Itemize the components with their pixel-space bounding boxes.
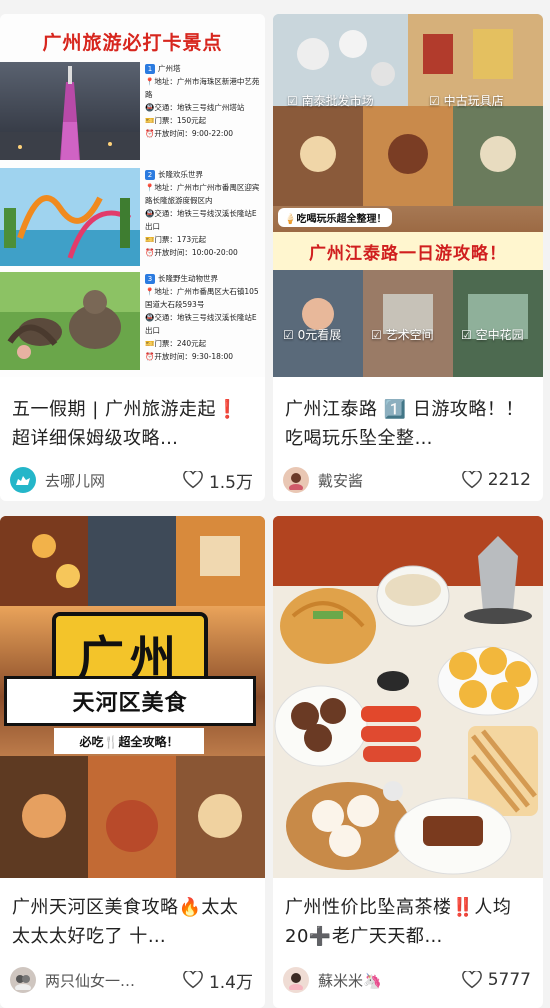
note-meta: 戴安酱 2212	[283, 465, 531, 495]
like-count: 1.5万	[208, 472, 253, 493]
camel-logo-icon	[16, 476, 30, 485]
avatar[interactable]	[10, 467, 36, 493]
note-meta: 两只仙女一… 1.4万	[10, 965, 253, 995]
note-title[interactable]: 广州性价比坠高茶楼‼️人均20➕老广天天都…	[285, 893, 533, 951]
spot-info: 1 广州塔 📍地址：广州市海珠区新港中艺苑路 🚇交通：地铁三号线广州塔站 🎫门票：…	[145, 64, 260, 138]
note-cover-image[interactable]: 广州 天河区美食 必吃🍴超全攻略！	[0, 516, 265, 878]
like-count: 2212	[487, 470, 531, 490]
spot-row: 3 长隆野生动物世界 📍地址：广州市番禺区大石镇105国道大石段593号 🚇交通：…	[0, 272, 265, 370]
author-name[interactable]: 蘇米米🦄	[318, 970, 462, 991]
like-button[interactable]: 1.5万	[183, 468, 253, 493]
note-title[interactable]: 广州天河区美食攻略🔥太太太太太好吃了 十…	[12, 893, 255, 951]
dimsum-table-photo	[273, 516, 543, 878]
note-cover-image[interactable]	[273, 516, 543, 878]
cover-banner: 广州江泰路一日游攻略！	[273, 232, 543, 270]
avatar[interactable]	[10, 967, 36, 993]
note-cover-image[interactable]: ☑ 南泰批发市场 ☑ 中古玩具店 🍦吃喝玩乐超全整理！ 广州江泰路一日游攻略！ …	[273, 14, 543, 377]
monkey-photo	[0, 272, 140, 370]
note-card-jiangtai-road[interactable]: ☑ 南泰批发市场 ☑ 中古玩具店 🍦吃喝玩乐超全整理！ 广州江泰路一日游攻略！ …	[273, 14, 543, 501]
avatar[interactable]	[283, 467, 309, 493]
note-meta: 蘇米米🦄 5777	[283, 965, 531, 995]
author-name[interactable]: 去哪儿网	[45, 470, 183, 491]
note-title[interactable]: 五一假期 | 广州旅游走起❗️超详细保姆级攻略…	[12, 395, 255, 453]
like-count: 1.4万	[208, 972, 253, 993]
cover-tag: ☑ 艺术空间	[371, 328, 434, 342]
spot-row: 1 广州塔 📍地址：广州市海珠区新港中艺苑路 🚇交通：地铁三号线广州塔站 🎫门票：…	[0, 62, 265, 160]
spot-info: 2 长隆欢乐世界 📍地址：广州市广州市番禺区迎宾路长隆旅游度假区内 🚇交通：地铁三…	[145, 170, 260, 257]
heart-outline-icon	[461, 971, 482, 989]
note-card-dimsum-teahouse[interactable]: 广州性价比坠高茶楼‼️人均20➕老广天天都… 蘇米米🦄 5777	[273, 516, 543, 1008]
avatar[interactable]	[283, 967, 309, 993]
user-photo-icon	[289, 473, 303, 490]
heart-outline-icon	[461, 471, 482, 489]
cover-heading: 广州旅游必打卡景点	[42, 32, 223, 54]
like-button[interactable]: 5777	[461, 970, 531, 990]
author-name[interactable]: 两只仙女一…	[45, 970, 183, 991]
note-card-tianhe-food[interactable]: 广州 天河区美食 必吃🍴超全攻略！ 广州天河区美食攻略🔥太太太太太好吃了 十… …	[0, 516, 265, 1008]
spot-row: 2 长隆欢乐世界 📍地址：广州市广州市番禺区迎宾路长隆旅游度假区内 🚇交通：地铁三…	[0, 168, 265, 266]
cover-tag: ☑ 南泰批发市场	[287, 94, 374, 108]
market-collage-photo	[273, 14, 543, 377]
waterpark-photo	[0, 168, 140, 266]
heart-outline-icon	[183, 971, 203, 989]
spot-info: 3 长隆野生动物世界 📍地址：广州市番禺区大石镇105国道大石段593号 🚇交通：…	[145, 274, 259, 361]
note-cover-image[interactable]: 广州旅游必打卡景点 1 广州塔 📍地址：广州市海珠区新港中艺苑路 🚇交通：地铁三号…	[0, 14, 265, 377]
like-button[interactable]: 2212	[461, 470, 531, 490]
like-button[interactable]: 1.4万	[183, 968, 253, 993]
user-photo-icon	[15, 975, 31, 990]
cover-subheading: 🍦吃喝玩乐超全整理！	[278, 208, 393, 227]
cover-subheading: 天河区美食	[4, 676, 256, 726]
heart-outline-icon	[183, 471, 203, 489]
cover-tag: ☑ 0元看展	[283, 328, 342, 342]
user-photo-icon	[289, 973, 303, 990]
cover-tagline: 必吃🍴超全攻略！	[54, 728, 204, 754]
note-feed: 广州旅游必打卡景点 1 广州塔 📍地址：广州市海珠区新港中艺苑路 🚇交通：地铁三号…	[0, 0, 550, 1008]
note-title[interactable]: 广州江泰路 1️⃣ 日游攻略！！吃喝玩乐坠全整…	[285, 395, 533, 453]
cover-tag: ☑ 中古玩具店	[429, 94, 504, 108]
cover-tag: ☑ 空中花园	[461, 328, 524, 342]
canton-tower-photo	[0, 62, 140, 160]
note-card-guangzhou-travel[interactable]: 广州旅游必打卡景点 1 广州塔 📍地址：广州市海珠区新港中艺苑路 🚇交通：地铁三号…	[0, 14, 265, 501]
author-name[interactable]: 戴安酱	[318, 470, 462, 491]
note-meta: 去哪儿网 1.5万	[10, 465, 253, 495]
like-count: 5777	[487, 970, 531, 990]
